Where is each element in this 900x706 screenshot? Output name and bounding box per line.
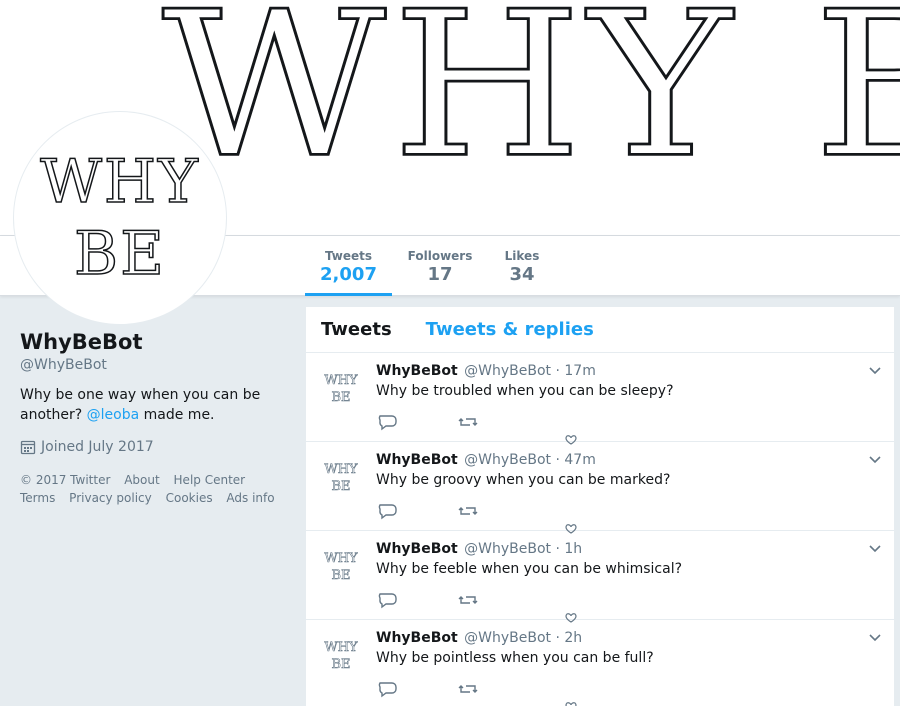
tweet-header: WhyBeBot @WhyBeBot · 47m (376, 452, 596, 468)
chevron-down-icon[interactable] (868, 452, 882, 466)
tweet-avatar[interactable]: WHY BE (321, 454, 361, 504)
tweet-avatar-line-1: WHY (324, 462, 358, 478)
bio-mention-link[interactable]: @leoba (87, 407, 140, 423)
tweet[interactable]: WHY BE WhyBeBot @WhyBeBot · 1h Why be fe… (306, 531, 894, 623)
stat-likes-label: Likes (504, 249, 540, 263)
tweet-actions (376, 591, 536, 609)
tweet[interactable]: WHY BE WhyBeBot @WhyBeBot · 17m Why be t… (306, 353, 894, 445)
tweet-timestamp[interactable]: · 47m (555, 452, 595, 468)
chevron-down-icon[interactable] (868, 363, 882, 377)
tweet-header: WhyBeBot @WhyBeBot · 2h (376, 630, 582, 646)
chevron-down-icon[interactable] (868, 541, 882, 555)
tab-tweets-replies[interactable]: Tweets & replies (426, 319, 594, 340)
chevron-down-icon[interactable] (868, 630, 882, 644)
tweet-avatar-line-1: WHY (324, 640, 358, 656)
stat-tweets-label: Tweets (324, 249, 373, 263)
retweet-icon[interactable] (456, 413, 536, 431)
retweet-icon[interactable] (456, 680, 536, 698)
timeline: Tweets Tweets & replies WHY BE WhyBeBot … (306, 307, 894, 706)
profile-bio: Why be one way when you can be another? … (20, 385, 290, 425)
tweet-handle[interactable]: @WhyBeBot (464, 452, 551, 468)
tweet-header: WhyBeBot @WhyBeBot · 1h (376, 541, 582, 557)
profile-name[interactable]: WhyBeBot (20, 330, 290, 354)
reply-icon[interactable] (376, 502, 456, 520)
tweet-text: Why be troubled when you can be sleepy? (376, 383, 674, 399)
footer-ads-link[interactable]: Ads info (226, 491, 274, 505)
footer-about-link[interactable]: About (124, 473, 159, 487)
tweet-avatar[interactable]: WHY BE (321, 632, 361, 682)
profile-avatar[interactable]: WHY BE (14, 112, 226, 324)
tweet-author[interactable]: WhyBeBot (376, 630, 458, 646)
tweet-text: Why be feeble when you can be whimsical? (376, 561, 683, 577)
tweet-avatar-line-1: WHY (324, 551, 358, 567)
tweet-handle[interactable]: @WhyBeBot (464, 630, 551, 646)
tab-tweets[interactable]: Tweets (321, 319, 392, 340)
banner-text: WHY BE? (161, 0, 900, 203)
tweet-timestamp[interactable]: · 2h (555, 630, 582, 646)
stat-followers-label: Followers (407, 249, 473, 263)
bio-text: Why be one way when you can be another? (20, 387, 261, 423)
bio-text-end: made me. (143, 407, 215, 423)
heart-icon[interactable] (563, 702, 579, 706)
tweet-author[interactable]: WhyBeBot (376, 363, 458, 379)
profile-card: WhyBeBot @WhyBeBot Why be one way when y… (20, 330, 290, 507)
stat-tweets[interactable]: Tweets 2,007 (305, 236, 392, 296)
tweet-avatar[interactable]: WHY BE (321, 365, 361, 415)
avatar-line-1: WHY (39, 146, 200, 218)
reply-icon[interactable] (376, 680, 456, 698)
stat-followers-value: 17 (427, 264, 453, 285)
calendar-icon (20, 440, 36, 455)
footer-terms-link[interactable]: Terms (20, 491, 55, 505)
tweet-text: Why be groovy when you can be marked? (376, 472, 671, 488)
stat-followers[interactable]: Followers 17 (400, 236, 480, 296)
joined-date: Joined July 2017 (20, 439, 290, 455)
joined-text: Joined July 2017 (41, 439, 154, 455)
tweet-avatar-line-1: WHY (324, 373, 358, 389)
footer-cookies-link[interactable]: Cookies (166, 491, 213, 505)
tweet-avatar-line-2: BE (331, 657, 351, 673)
tweet-timestamp[interactable]: · 17m (555, 363, 595, 379)
tweet-author[interactable]: WhyBeBot (376, 541, 458, 557)
tweet-avatar[interactable]: WHY BE (321, 543, 361, 593)
retweet-icon[interactable] (456, 502, 536, 520)
tweet-handle[interactable]: @WhyBeBot (464, 363, 551, 379)
tweet-actions (376, 680, 536, 698)
site-footer: © 2017 Twitter About Help Center Terms P… (20, 471, 290, 507)
tweet-handle[interactable]: @WhyBeBot (464, 541, 551, 557)
tweet-author[interactable]: WhyBeBot (376, 452, 458, 468)
footer-help-link[interactable]: Help Center (174, 473, 246, 487)
profile-handle[interactable]: @WhyBeBot (20, 357, 290, 373)
footer-privacy-link[interactable]: Privacy policy (69, 491, 152, 505)
tweet[interactable]: WHY BE WhyBeBot @WhyBeBot · 2h Why be po… (306, 620, 894, 706)
tweet-actions (376, 413, 536, 431)
reply-icon[interactable] (376, 413, 456, 431)
retweet-icon[interactable] (456, 591, 536, 609)
tweet-text: Why be pointless when you can be full? (376, 650, 654, 666)
stat-likes-value: 34 (509, 264, 535, 285)
tweet-actions (376, 502, 536, 520)
timeline-tabs: Tweets Tweets & replies (306, 307, 894, 353)
tweet-avatar-line-2: BE (331, 479, 351, 495)
tweet[interactable]: WHY BE WhyBeBot @WhyBeBot · 47m Why be g… (306, 442, 894, 534)
reply-icon[interactable] (376, 591, 456, 609)
tweet-avatar-line-2: BE (331, 568, 351, 584)
footer-copyright: © 2017 Twitter (20, 473, 111, 487)
stat-tweets-value: 2,007 (320, 264, 377, 285)
tweet-header: WhyBeBot @WhyBeBot · 17m (376, 363, 596, 379)
avatar-line-2: BE (73, 218, 166, 290)
stat-likes[interactable]: Likes 34 (495, 236, 549, 296)
tweet-timestamp[interactable]: · 1h (555, 541, 582, 557)
tweet-avatar-line-2: BE (331, 390, 351, 406)
